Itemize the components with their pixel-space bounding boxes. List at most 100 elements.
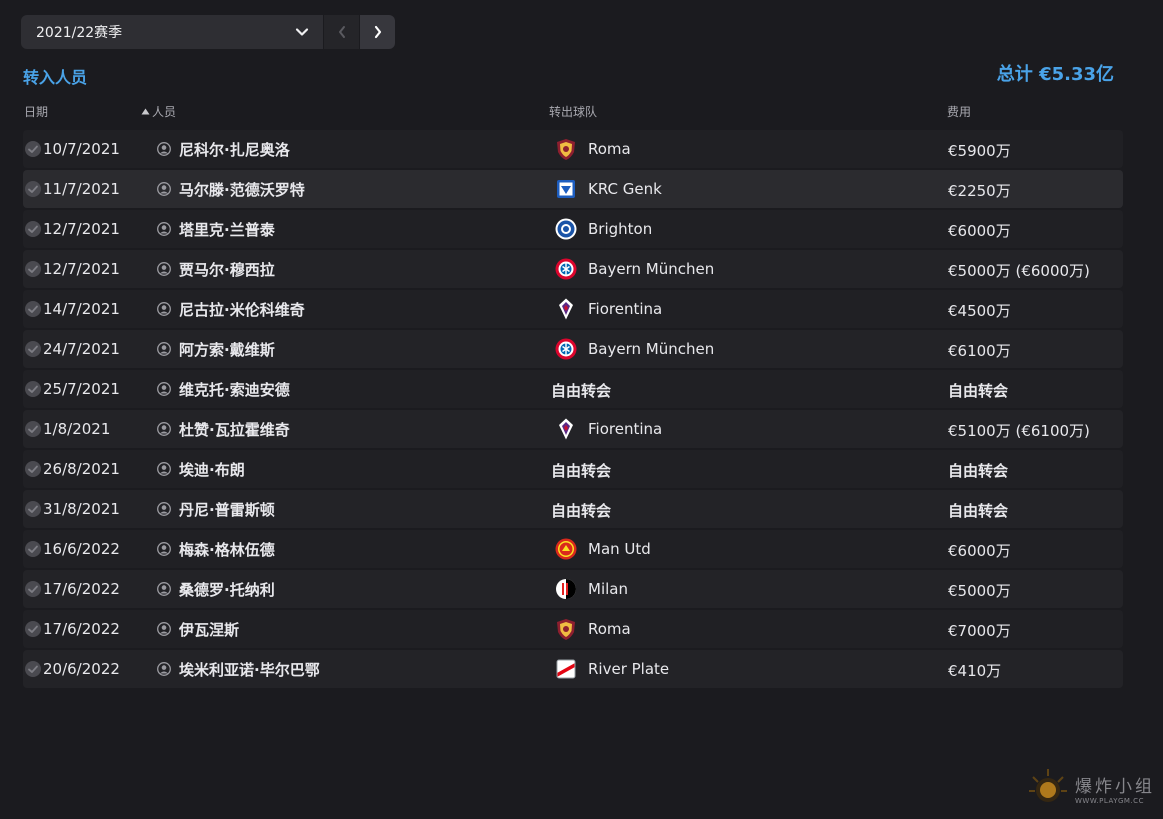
table-row[interactable]: 12/7/2021 贾马尔·穆西拉 Bayern München €5000万 (€6… [23,250,1123,288]
from-club[interactable]: Roma [588,620,631,638]
player-name[interactable]: 尼科尔·扎尼奥洛 [179,139,290,160]
watermark-text: 爆炸小组 [1075,776,1155,797]
transfer-fee: €4500万 [948,302,1011,320]
player-icon [157,582,171,596]
transfer-fee: 自由转会 [948,382,1009,400]
from-club[interactable]: Fiorentina [588,420,662,438]
transfers-in-page: 2021/22赛季 转入人员 总计 €5.33亿 日期 人员 转出球队 费用 1… [0,0,1163,819]
table-row[interactable]: 20/6/2022 埃米利亚诺·毕尔巴鄂 River Plate €410万 [23,650,1123,688]
player-icon [157,222,171,236]
from-club[interactable]: Brighton [588,220,652,238]
transfer-date: 14/7/2021 [43,300,120,318]
table-row[interactable]: 26/8/2021 埃迪·布朗 自由转会 自由转会 [23,450,1123,488]
column-header-date[interactable]: 日期 [24,103,48,120]
player-name[interactable]: 马尔滕·范德沃罗特 [179,179,305,200]
manutd-crest-icon [555,538,577,560]
season-label: 2021/22赛季 [36,25,123,41]
player-name[interactable]: 梅森·格林伍德 [179,539,275,560]
chevron-right-icon [374,25,381,39]
from-club[interactable]: River Plate [588,660,669,678]
table-row[interactable]: 17/6/2022 桑德罗·托纳利 Milan €5000万 [23,570,1123,608]
table-row[interactable]: 24/7/2021 阿方索·戴维斯 Bayern München €6100万 [23,330,1123,368]
player-name[interactable]: 阿方索·戴维斯 [179,339,275,360]
player-name[interactable]: 尼古拉·米伦科维奇 [179,299,305,320]
table-row[interactable]: 12/7/2021 塔里克·兰普泰 Brighton €6000万 [23,210,1123,248]
check-icon [25,541,41,557]
transfer-date: 1/8/2021 [43,420,111,438]
previous-season-button[interactable] [323,15,359,49]
transfer-fee: €5100万 (€6100万) [948,422,1090,440]
table-row[interactable]: 11/7/2021 马尔滕·范德沃罗特 KRC Genk €2250万 [23,170,1123,208]
player-name[interactable]: 杜赞·瓦拉霍维奇 [179,419,290,440]
total-fee: 总计 €5.33亿 [996,64,1114,85]
table-row[interactable]: 31/8/2021 丹尼·普雷斯顿 自由转会 自由转会 [23,490,1123,528]
player-name[interactable]: 贾马尔·穆西拉 [179,259,275,280]
from-club[interactable]: Man Utd [588,540,651,558]
transfer-date: 12/7/2021 [43,220,120,238]
check-icon [25,301,41,317]
player-name[interactable]: 塔里克·兰普泰 [179,219,275,240]
from-club[interactable]: Milan [588,580,628,598]
transfer-date: 17/6/2022 [43,580,120,598]
transfer-date: 10/7/2021 [43,140,120,158]
brighton-crest-icon [555,218,577,240]
table-row[interactable]: 17/6/2022 伊瓦涅斯 Roma €7000万 [23,610,1123,648]
from-club[interactable]: KRC Genk [588,180,662,198]
transfer-fee: €6000万 [948,542,1011,560]
season-selector: 2021/22赛季 [21,15,395,49]
check-icon [25,181,41,197]
check-icon [25,341,41,357]
player-name[interactable]: 丹尼·普雷斯顿 [179,499,275,520]
transfer-date: 25/7/2021 [43,380,120,398]
check-icon [25,461,41,477]
player-name[interactable]: 伊瓦涅斯 [179,619,239,640]
from-club: 自由转会 [551,502,612,520]
check-icon [25,261,41,277]
table-row[interactable]: 10/7/2021 尼科尔·扎尼奥洛 Roma €5900万 [23,130,1123,168]
roma-crest-icon [557,619,575,640]
column-header-person-label: 人员 [152,105,177,119]
player-icon [157,382,171,396]
check-icon [25,381,41,397]
player-name[interactable]: 埃迪·布朗 [179,459,245,480]
player-icon [157,342,171,356]
transfer-table: 10/7/2021 尼科尔·扎尼奥洛 Roma €5900万 11/7/2021 马尔滕·… [23,130,1123,690]
column-header-fee[interactable]: 费用 [947,103,971,120]
check-icon [25,581,41,597]
check-icon [25,141,41,157]
next-season-button[interactable] [359,15,395,49]
player-name[interactable]: 桑德罗·托纳利 [179,579,275,600]
fiorentina-crest-icon [559,418,573,440]
check-icon [25,221,41,237]
roma-crest-icon [557,139,575,160]
from-club[interactable]: Fiorentina [588,300,662,318]
player-name[interactable]: 埃米利亚诺·毕尔巴鄂 [179,659,320,680]
player-icon [157,622,171,636]
chevron-down-icon [295,28,309,36]
chevron-left-icon [338,26,345,38]
section-title: 转入人员 [23,68,88,87]
fiorentina-crest-icon [559,298,573,320]
from-club[interactable]: Bayern München [588,260,714,278]
transfer-fee: €6000万 [948,222,1011,240]
check-icon [25,661,41,677]
from-club[interactable]: Bayern München [588,340,714,358]
column-header-person[interactable]: 人员 [141,103,176,120]
table-row[interactable]: 25/7/2021 维克托·索迪安德 自由转会 自由转会 [23,370,1123,408]
table-row[interactable]: 1/8/2021 杜赞·瓦拉霍维奇 Fiorentina €5100万 (€6100万… [23,410,1123,448]
table-row[interactable]: 14/7/2021 尼古拉·米伦科维奇 Fiorentina €4500万 [23,290,1123,328]
transfer-date: 26/8/2021 [43,460,120,478]
transfer-fee: €5000万 [948,582,1011,600]
transfer-date: 31/8/2021 [43,500,120,518]
from-club[interactable]: Roma [588,140,631,158]
transfer-fee: €2250万 [948,182,1011,200]
check-icon [25,421,41,437]
transfer-date: 12/7/2021 [43,260,120,278]
transfer-fee: 自由转会 [948,462,1009,480]
watermark: 爆炸小组 WWW.PLAYGM.CC [1025,765,1155,811]
season-dropdown[interactable]: 2021/22赛季 [21,15,323,49]
bayern-crest-icon [555,338,577,360]
player-name[interactable]: 维克托·索迪安德 [179,379,290,400]
column-header-from-club[interactable]: 转出球队 [549,103,597,120]
table-row[interactable]: 16/6/2022 梅森·格林伍德 Man Utd €6000万 [23,530,1123,568]
